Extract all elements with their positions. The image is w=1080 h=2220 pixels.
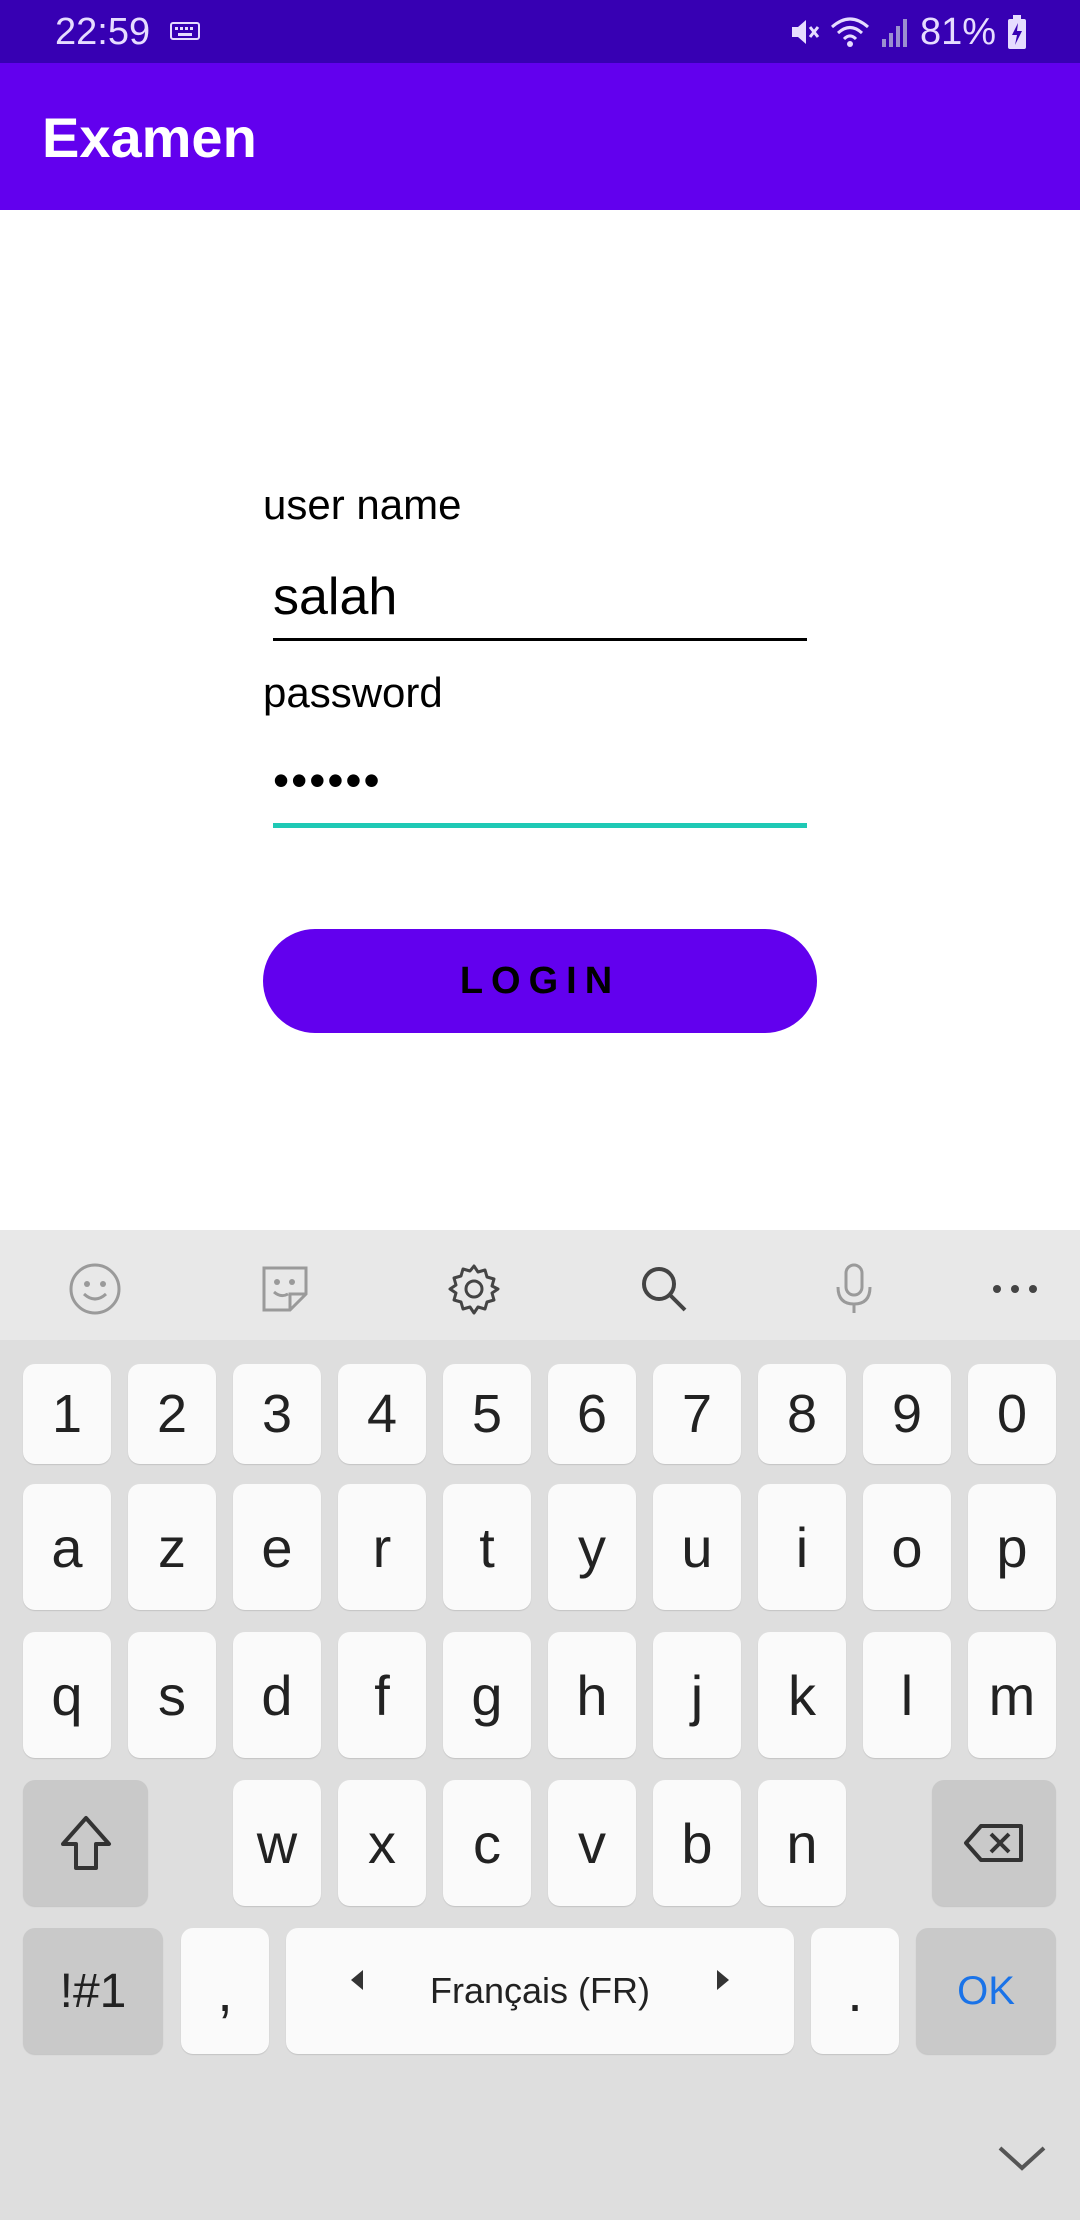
password-underline xyxy=(273,823,807,828)
key-e[interactable]: e xyxy=(233,1484,321,1610)
username-value: salah xyxy=(273,568,398,626)
status-right-group: 81% xyxy=(786,10,1028,54)
key-6[interactable]: 6 xyxy=(548,1364,636,1464)
status-bar: 22:59 81% xyxy=(0,0,1080,63)
key-w[interactable]: w xyxy=(233,1780,321,1906)
key-o[interactable]: o xyxy=(863,1484,951,1610)
chevron-down-icon[interactable] xyxy=(994,2140,1050,2174)
app-title: Examen xyxy=(42,106,257,169)
password-label: password xyxy=(263,669,443,716)
key-k[interactable]: k xyxy=(758,1632,846,1758)
space-label: Français (FR) xyxy=(429,1970,650,2011)
microphone-icon[interactable] xyxy=(827,1262,881,1316)
key-v[interactable]: v xyxy=(548,1780,636,1906)
comma-key[interactable]: , xyxy=(181,1928,269,2054)
key-y[interactable]: y xyxy=(548,1484,636,1610)
key-u[interactable]: u xyxy=(653,1484,741,1610)
keyboard-toolbar xyxy=(0,1230,1080,1340)
key-z[interactable]: z xyxy=(128,1484,216,1610)
key-5[interactable]: 5 xyxy=(443,1364,531,1464)
key-8[interactable]: 8 xyxy=(758,1364,846,1464)
key-r[interactable]: r xyxy=(338,1484,426,1610)
battery-percent: 81% xyxy=(919,10,996,53)
key-c[interactable]: c xyxy=(443,1780,531,1906)
password-value: •••••• xyxy=(273,754,382,806)
key-b[interactable]: b xyxy=(653,1780,741,1906)
emoji-icon[interactable] xyxy=(68,1262,122,1316)
key-m[interactable]: m xyxy=(968,1632,1056,1758)
space-key[interactable]: Français (FR) xyxy=(286,1928,794,2054)
key-n[interactable]: n xyxy=(758,1780,846,1906)
key-j[interactable]: j xyxy=(653,1632,741,1758)
key-f[interactable]: f xyxy=(338,1632,426,1758)
keyboard-icon xyxy=(170,22,200,40)
username-field[interactable]: salah xyxy=(273,555,807,641)
soft-keyboard: 1 2 3 4 5 6 7 8 9 0 a z e r t y u i o p … xyxy=(0,1230,1080,2220)
sticker-icon[interactable] xyxy=(258,1262,312,1316)
key-d[interactable]: d xyxy=(233,1632,321,1758)
key-s[interactable]: s xyxy=(128,1632,216,1758)
period-key[interactable]: . xyxy=(811,1928,899,2054)
username-label: user name xyxy=(263,481,462,528)
more-icon[interactable] xyxy=(988,1262,1042,1316)
search-icon[interactable] xyxy=(637,1262,691,1316)
key-x[interactable]: x xyxy=(338,1780,426,1906)
key-t[interactable]: t xyxy=(443,1484,531,1610)
key-p[interactable]: p xyxy=(968,1484,1056,1610)
password-field[interactable]: •••••• xyxy=(273,742,807,828)
left-arrow-icon xyxy=(351,1970,363,1990)
symbols-key[interactable]: !#1 xyxy=(23,1928,163,2054)
key-h[interactable]: h xyxy=(548,1632,636,1758)
key-i[interactable]: i xyxy=(758,1484,846,1610)
key-q[interactable]: q xyxy=(23,1632,111,1758)
backspace-icon xyxy=(964,1824,1023,1862)
key-0[interactable]: 0 xyxy=(968,1364,1056,1464)
login-button[interactable]: LOGIN xyxy=(263,929,817,1033)
key-a[interactable]: a xyxy=(23,1484,111,1610)
gear-icon[interactable] xyxy=(447,1262,501,1316)
status-time: 22:59 xyxy=(55,11,151,53)
backspace-key[interactable] xyxy=(932,1780,1056,1906)
key-7[interactable]: 7 xyxy=(653,1364,741,1464)
key-9[interactable]: 9 xyxy=(863,1364,951,1464)
key-l[interactable]: l xyxy=(863,1632,951,1758)
username-underline xyxy=(273,638,807,641)
signal-icon xyxy=(881,19,907,47)
ok-key[interactable]: OK xyxy=(916,1928,1056,2054)
shift-key[interactable] xyxy=(23,1780,148,1906)
key-3[interactable]: 3 xyxy=(233,1364,321,1464)
wifi-icon xyxy=(830,17,869,47)
battery-charging-icon xyxy=(1008,15,1026,49)
shift-icon xyxy=(60,1816,111,1870)
app-bar: Examen xyxy=(0,63,1080,210)
key-1[interactable]: 1 xyxy=(23,1364,111,1464)
key-2[interactable]: 2 xyxy=(128,1364,216,1464)
key-g[interactable]: g xyxy=(443,1632,531,1758)
key-4[interactable]: 4 xyxy=(338,1364,426,1464)
mute-icon xyxy=(791,20,820,44)
right-arrow-icon xyxy=(717,1970,729,1990)
